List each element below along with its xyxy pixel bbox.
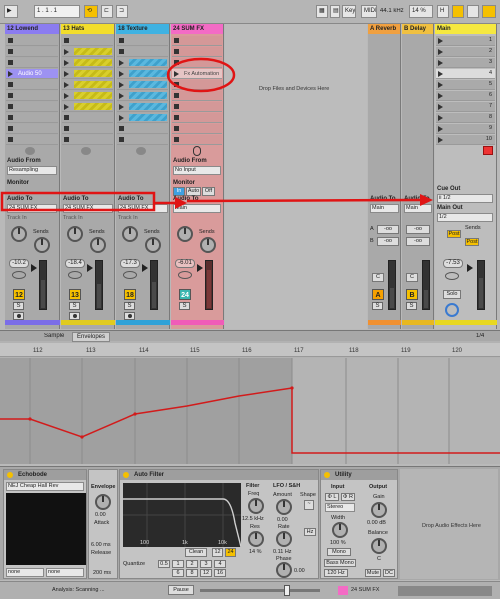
annotation-box (0, 191, 156, 212)
annotation-arrow-2 (420, 194, 433, 206)
annotation-ellipse (166, 57, 236, 93)
annotation-arrow-1 (175, 197, 187, 209)
annotation-overlay (0, 57, 433, 212)
